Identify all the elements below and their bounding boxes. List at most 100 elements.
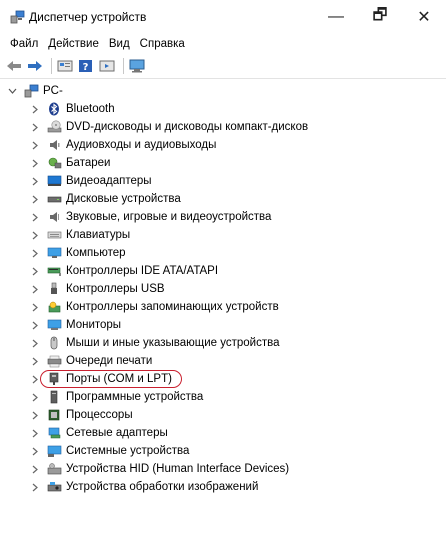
menu-view[interactable]: Вид <box>104 38 135 50</box>
chevron-right-icon[interactable] <box>29 211 41 223</box>
tree-item-label: Bluetooth <box>66 103 115 115</box>
tree-item-label: Батареи <box>66 157 111 169</box>
menu-action[interactable]: Действие <box>43 38 104 50</box>
device-tree: PC- Bluetooth DVD-дисководы и дисководы к… <box>0 79 446 496</box>
tree-item[interactable]: Программные устройства <box>0 388 446 406</box>
hid-icon <box>46 461 62 477</box>
monitor-icon <box>46 317 62 333</box>
device-manager-window: Диспетчер устройств — 🗗 ✕ Файл Действие … <box>0 0 446 547</box>
chevron-down-icon[interactable] <box>6 85 18 97</box>
tree-item-label: Дисковые устройства <box>66 193 181 205</box>
tree-item[interactable]: DVD-дисководы и дисководы компакт-дисков <box>0 118 446 136</box>
toolbar-separator <box>51 58 52 74</box>
chevron-right-icon[interactable] <box>29 121 41 133</box>
toolbar: ? <box>0 54 446 79</box>
tree-item[interactable]: Батареи <box>0 154 446 172</box>
tree-item[interactable]: Аудиовходы и аудиовыходы <box>0 136 446 154</box>
chevron-right-icon[interactable] <box>29 337 41 349</box>
maximize-button[interactable]: 🗗 <box>358 0 402 34</box>
chevron-right-icon[interactable] <box>29 283 41 295</box>
back-arrow-icon[interactable] <box>5 57 23 75</box>
minimize-button[interactable]: — <box>314 0 358 34</box>
tree-item-label: Клавиатуры <box>66 229 131 241</box>
tree-item[interactable]: Bluetooth <box>0 100 446 118</box>
chevron-right-icon[interactable] <box>29 193 41 205</box>
tree-item[interactable]: Контроллеры запоминающих устройств <box>0 298 446 316</box>
chevron-right-icon[interactable] <box>29 355 41 367</box>
chevron-right-icon[interactable] <box>29 139 41 151</box>
sound-device-icon <box>46 209 62 225</box>
toolbar-separator <box>123 58 124 74</box>
menu-file[interactable]: Файл <box>5 38 43 50</box>
chevron-right-icon[interactable] <box>29 409 41 421</box>
chevron-right-icon[interactable] <box>29 175 41 187</box>
computer-icon <box>46 245 62 261</box>
window-title: Диспетчер устройств <box>29 10 147 24</box>
title-bar: Диспетчер устройств — 🗗 ✕ <box>0 0 446 34</box>
tree-item-label: Сетевые адаптеры <box>66 427 168 439</box>
chevron-right-icon[interactable] <box>29 229 41 241</box>
chevron-right-icon[interactable] <box>29 265 41 277</box>
menu-help[interactable]: Справка <box>135 38 190 50</box>
tree-item-label: Аудиовходы и аудиовыходы <box>66 139 217 151</box>
chevron-right-icon[interactable] <box>29 427 41 439</box>
device-manager-icon <box>9 9 25 25</box>
highlight-outline <box>40 370 182 388</box>
tree-item-label: Системные устройства <box>66 445 190 457</box>
tree-item[interactable]: Мыши и иные указывающие устройства <box>0 334 446 352</box>
scan-hardware-icon[interactable] <box>128 57 146 75</box>
chevron-right-icon[interactable] <box>29 445 41 457</box>
tree-item-label: DVD-дисководы и дисководы компакт-дисков <box>66 121 309 133</box>
ide-controller-icon <box>46 263 62 279</box>
chevron-right-icon[interactable] <box>29 463 41 475</box>
tree-item[interactable]: Устройства HID (Human Interface Devices) <box>0 460 446 478</box>
tree-item[interactable]: Звуковые, игровые и видеоустройства <box>0 208 446 226</box>
disk-drive-icon <box>46 191 62 207</box>
properties-icon[interactable] <box>56 57 74 75</box>
tree-item[interactable]: Системные устройства <box>0 442 446 460</box>
tree-item-label: Контроллеры запоминающих устройств <box>66 301 279 313</box>
tree-item-label: Компьютер <box>66 247 126 259</box>
display-adapter-icon <box>46 173 62 189</box>
update-driver-icon[interactable] <box>98 57 116 75</box>
tree-item-label: Процессоры <box>66 409 133 421</box>
tree-item[interactable]: Контроллеры IDE ATA/ATAPI <box>0 262 446 280</box>
close-button[interactable]: ✕ <box>402 0 446 34</box>
tree-item-label: Видеоадаптеры <box>66 175 152 187</box>
tree-root[interactable]: PC- <box>0 82 446 100</box>
processor-icon <box>46 407 62 423</box>
chevron-right-icon[interactable] <box>29 319 41 331</box>
mouse-icon <box>46 335 62 351</box>
menu-bar: Файл Действие Вид Справка <box>0 34 446 54</box>
tree-item[interactable]: Порты (COM и LPT) <box>0 370 446 388</box>
tree-item[interactable]: Дисковые устройства <box>0 190 446 208</box>
tree-item-label: Очереди печати <box>66 355 153 367</box>
tree-item[interactable]: Клавиатуры <box>0 226 446 244</box>
chevron-right-icon[interactable] <box>29 157 41 169</box>
tree-item[interactable]: Видеоадаптеры <box>0 172 446 190</box>
tree-item-label: Контроллеры USB <box>66 283 165 295</box>
chevron-right-icon[interactable] <box>29 481 41 493</box>
tree-item[interactable]: Мониторы <box>0 316 446 334</box>
computer-root-icon <box>23 83 39 99</box>
tree-item-label: Мыши и иные указывающие устройства <box>66 337 280 349</box>
chevron-right-icon[interactable] <box>29 391 41 403</box>
tree-item[interactable]: Устройства обработки изображений <box>0 478 446 496</box>
software-device-icon <box>46 389 62 405</box>
svg-text:?: ? <box>83 62 89 73</box>
tree-item[interactable]: Процессоры <box>0 406 446 424</box>
tree-item[interactable]: Сетевые адаптеры <box>0 424 446 442</box>
tree-item[interactable]: Очереди печати <box>0 352 446 370</box>
chevron-right-icon[interactable] <box>29 247 41 259</box>
tree-item[interactable]: Контроллеры USB <box>0 280 446 298</box>
tree-item[interactable]: Компьютер <box>0 244 446 262</box>
tree-item-label: Контроллеры IDE ATA/ATAPI <box>66 265 219 277</box>
forward-arrow-icon[interactable] <box>26 57 44 75</box>
printer-icon <box>46 353 62 369</box>
chevron-right-icon[interactable] <box>29 103 41 115</box>
chevron-right-icon[interactable] <box>29 301 41 313</box>
tree-item-label: Мониторы <box>66 319 122 331</box>
tree-item-label: Устройства обработки изображений <box>66 481 259 493</box>
help-icon[interactable]: ? <box>77 57 95 75</box>
tree-root-label: PC- <box>43 85 63 97</box>
